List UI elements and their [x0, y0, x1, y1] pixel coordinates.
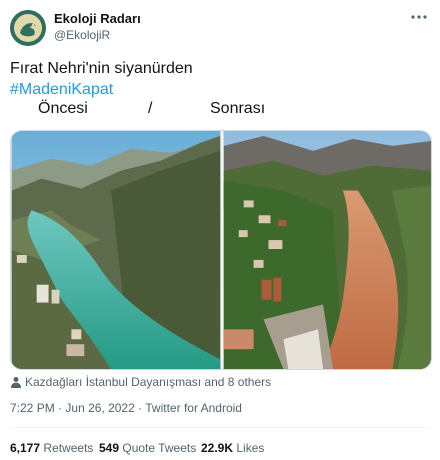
caption-row: Öncesi / Sonrası [10, 100, 430, 122]
liked-by-row[interactable]: Kazdağları İstanbul Dayanışması and 8 ot… [10, 374, 430, 390]
tweet-text-line: Fırat Nehri'nin siyanürden [10, 60, 193, 77]
tweet-time[interactable]: 7:22 PM [10, 401, 55, 415]
retweets-label: Retweets [43, 441, 94, 455]
liked-by-text[interactable]: Kazdağları İstanbul Dayanışması and 8 ot… [25, 375, 271, 389]
tweet-date[interactable]: Jun 26, 2022 [65, 401, 134, 415]
caption-before: Öncesi [38, 100, 88, 117]
divider [10, 427, 430, 428]
engagement-stats: 6,177 Retweets 549 Quote Tweets 22.9K Li… [10, 440, 430, 456]
quotes-label: Quote Tweets [122, 441, 197, 455]
tweet-media[interactable] [10, 130, 432, 370]
avatar[interactable] [10, 10, 46, 46]
caption-after: Sonrası [210, 100, 266, 117]
more-options-button[interactable] [408, 10, 430, 28]
tweet-header: Ekoloji Radarı @EkolojiR [10, 8, 430, 48]
tweet-source[interactable]: Twitter for Android [145, 401, 242, 415]
person-icon [11, 377, 21, 388]
tweet-text: Fırat Nehri'nin siyanürden #MadeniKapat [10, 58, 430, 100]
tweet-meta: 7:22 PM · Jun 26, 2022 · Twitter for And… [10, 400, 430, 416]
likes-stat[interactable]: 22.9K Likes [201, 440, 264, 456]
quotes-count: 549 [99, 441, 120, 455]
likes-count: 22.9K [201, 441, 234, 455]
more-horizontal-icon [411, 15, 427, 19]
display-name[interactable]: Ekoloji Radarı [54, 11, 141, 27]
hashtag-link[interactable]: #MadeniKapat [10, 79, 430, 100]
retweets-count: 6,177 [10, 441, 41, 455]
photo-after[interactable] [223, 131, 432, 369]
retweets-stat[interactable]: 6,177 Retweets [10, 440, 93, 456]
photo-before[interactable] [11, 131, 221, 369]
handle[interactable]: @EkolojiR [54, 27, 141, 43]
author-block[interactable]: Ekoloji Radarı @EkolojiR [54, 11, 141, 43]
caption-separator: / [148, 100, 153, 117]
meta-separator: · [58, 401, 63, 415]
likes-label: Likes [236, 441, 265, 455]
quote-tweets-stat[interactable]: 549 Quote Tweets [99, 440, 196, 456]
meta-separator: · [138, 401, 143, 415]
